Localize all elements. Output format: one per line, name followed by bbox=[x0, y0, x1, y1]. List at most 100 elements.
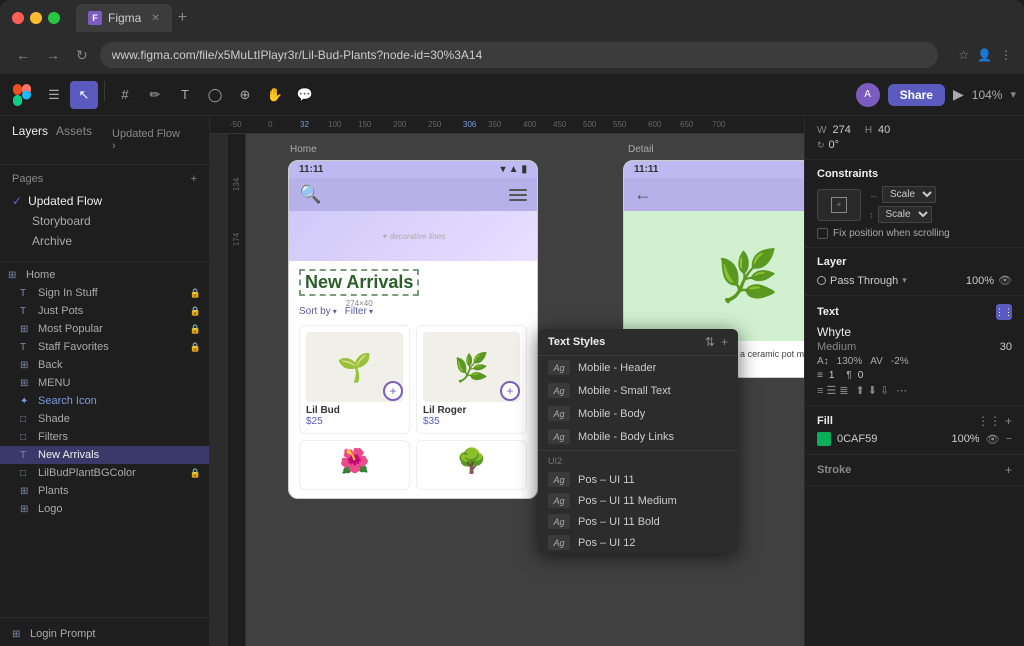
fill-layout-icon[interactable]: ⋮⋮ bbox=[977, 414, 1001, 428]
font-size-value[interactable]: 30 bbox=[1000, 341, 1012, 353]
sidebar-breadcrumb[interactable]: Updated Flow › bbox=[100, 124, 197, 156]
profile-icon[interactable]: 👤 bbox=[977, 48, 992, 62]
visibility-icon[interactable]: 👁 bbox=[998, 274, 1012, 287]
fill-color-swatch[interactable] bbox=[817, 432, 831, 446]
close-button[interactable] bbox=[12, 12, 24, 24]
layer-item-home[interactable]: ⊞ Home bbox=[0, 266, 209, 284]
style-item-mobile-bodylinks[interactable]: Ag Mobile - Body Links bbox=[538, 425, 738, 448]
valign-mid-icon[interactable]: ⬇ bbox=[868, 384, 877, 397]
pen-tool-button[interactable]: ✏ bbox=[141, 81, 169, 109]
product-card-0[interactable]: 🌱 + Lil Bud $25 bbox=[299, 325, 410, 434]
sort-icon[interactable]: ⇅ bbox=[705, 335, 715, 349]
style-item-ui11med[interactable]: Ag Pos – UI 11 Medium bbox=[538, 490, 738, 511]
fill-hex-value[interactable]: 0CAF59 bbox=[837, 433, 877, 445]
reload-nav-button[interactable]: ↻ bbox=[72, 45, 92, 66]
valign-bottom-icon[interactable]: ⇩ bbox=[880, 384, 889, 397]
fill-opacity-value[interactable]: 100% bbox=[951, 433, 979, 445]
new-arrivals-selection[interactable]: New Arrivals 274×40 bbox=[299, 269, 419, 296]
back-nav-button[interactable]: ← bbox=[12, 45, 34, 65]
page-item-storyboard[interactable]: Storyboard bbox=[0, 211, 209, 231]
style-item-mobile-header[interactable]: Ag Mobile - Header bbox=[538, 356, 738, 379]
valign-top-icon[interactable]: ⬆ bbox=[856, 384, 865, 397]
line-val[interactable]: 1 bbox=[829, 370, 835, 381]
search-icon[interactable]: 🔍 bbox=[299, 184, 321, 205]
text-tool-button[interactable]: T bbox=[171, 81, 199, 109]
layer-item-back[interactable]: ⊞ Back bbox=[0, 356, 209, 374]
style-item-mobile-small[interactable]: Ag Mobile - Small Text bbox=[538, 379, 738, 402]
font-weight[interactable]: Medium bbox=[817, 341, 856, 353]
sidebar-tab-layers[interactable]: Layers bbox=[12, 124, 48, 156]
layer-item-searchicon[interactable]: ✦ Search Icon bbox=[0, 392, 209, 410]
fill-add-icon[interactable]: + bbox=[1005, 414, 1012, 428]
layer-item-justpots[interactable]: T Just Pots 🔒 bbox=[0, 302, 209, 320]
zoom-level[interactable]: 104% bbox=[972, 88, 1003, 102]
layer-item-signin[interactable]: T Sign In Stuff 🔒 bbox=[0, 284, 209, 302]
more-text-options-icon[interactable]: ⋯ bbox=[896, 384, 907, 397]
new-tab-button[interactable]: + bbox=[178, 9, 187, 27]
align-left-icon[interactable]: ≡ bbox=[817, 385, 823, 397]
opacity-value[interactable]: 100% bbox=[966, 275, 994, 287]
w-value[interactable]: 274 bbox=[832, 124, 850, 136]
component-tool-button[interactable]: ⊕ bbox=[231, 81, 259, 109]
style-item-ui11[interactable]: Ag Pos – UI 11 bbox=[538, 469, 738, 490]
layer-item-menu[interactable]: ⊞ MENU bbox=[0, 374, 209, 392]
tab-close-icon[interactable]: ✕ bbox=[151, 13, 159, 24]
page-item-archive[interactable]: Archive bbox=[0, 231, 209, 251]
sidebar-tab-assets[interactable]: Assets bbox=[56, 124, 92, 156]
menu-tool-button[interactable]: ☰ bbox=[40, 81, 68, 109]
pages-add-button[interactable]: + bbox=[191, 173, 197, 185]
v-constraint-select[interactable]: Scale bbox=[878, 206, 932, 223]
text-styles-icon[interactable]: ⋮⋮ bbox=[996, 304, 1012, 320]
layer-item-stafffav[interactable]: T Staff Favorites 🔒 bbox=[0, 338, 209, 356]
canvas-viewport[interactable]: 134 174 Home Detail 11:11 ▾ ▲ ▮ bbox=[228, 134, 804, 646]
bookmark-icon[interactable]: ☆ bbox=[958, 48, 969, 62]
layer-item-mostpopular[interactable]: ⊞ Most Popular 🔒 bbox=[0, 320, 209, 338]
page-item-updated-flow[interactable]: ✓ Updated Flow bbox=[0, 191, 209, 211]
product-card-3[interactable]: 🌳 bbox=[416, 440, 527, 490]
layer-item-bgcolor[interactable]: □ LilBudPlantBGColor 🔒 bbox=[0, 464, 209, 482]
add-style-icon[interactable]: + bbox=[721, 335, 728, 349]
layer-item-newarrivals[interactable]: T New Arrivals bbox=[0, 446, 209, 464]
maximize-button[interactable] bbox=[48, 12, 60, 24]
fill-visibility-icon[interactable]: 👁 bbox=[986, 433, 1000, 446]
text-styles-popup[interactable]: Text Styles ⇅ + Ag Mobile - Header Ag Mo… bbox=[538, 329, 738, 553]
product-card-2[interactable]: 🌺 bbox=[299, 440, 410, 490]
hamburger-menu[interactable] bbox=[509, 189, 527, 201]
menu-dots-icon[interactable]: ⋮ bbox=[1000, 48, 1012, 62]
layer-item-plants[interactable]: ⊞ Plants bbox=[0, 482, 209, 500]
fill-remove-icon[interactable]: − bbox=[1006, 433, 1012, 445]
select-tool-button[interactable]: ↖ bbox=[70, 81, 98, 109]
shape-tool-button[interactable]: ◯ bbox=[201, 81, 229, 109]
align-right-icon[interactable]: ≣ bbox=[839, 384, 848, 397]
frame-tool-button[interactable]: # bbox=[111, 81, 139, 109]
passthrough-dropdown-icon[interactable]: ▾ bbox=[902, 275, 907, 286]
comment-tool-button[interactable]: 💬 bbox=[291, 81, 319, 109]
back-arrow-icon[interactable]: ← bbox=[634, 184, 652, 204]
style-item-ui11bold[interactable]: Ag Pos – UI 11 Bold bbox=[538, 511, 738, 532]
share-button[interactable]: Share bbox=[888, 84, 945, 106]
minimize-button[interactable] bbox=[30, 12, 42, 24]
layer-item-loginprompt[interactable]: ⊞ Login Prompt bbox=[0, 622, 209, 646]
fix-position-checkbox[interactable] bbox=[817, 228, 828, 239]
play-button[interactable]: ▶ bbox=[953, 86, 964, 103]
style-item-ui12[interactable]: Ag Pos – UI 12 bbox=[538, 532, 738, 553]
h-value[interactable]: 40 bbox=[878, 124, 890, 136]
style-item-mobile-body[interactable]: Ag Mobile - Body bbox=[538, 402, 738, 425]
add-to-cart-icon-0[interactable]: + bbox=[383, 381, 403, 401]
canvas-area[interactable]: -50 0 32 100 150 200 250 306 350 400 450… bbox=[210, 116, 804, 646]
product-card-1[interactable]: 🌿 + Lil Roger $35 bbox=[416, 325, 527, 434]
address-bar[interactable]: www.figma.com/file/x5MuLtIPlayr3r/Lil-Bu… bbox=[100, 42, 939, 68]
browser-tab[interactable]: F Figma ✕ bbox=[76, 4, 172, 32]
angle-value[interactable]: 0° bbox=[829, 139, 840, 151]
layer-item-shade[interactable]: □ Shade bbox=[0, 410, 209, 428]
zoom-dropdown-icon[interactable]: ▾ bbox=[1010, 88, 1016, 101]
user-avatar[interactable]: A bbox=[856, 83, 880, 107]
forward-nav-button[interactable]: → bbox=[42, 45, 64, 65]
passthrough-label[interactable]: Pass Through bbox=[830, 275, 898, 287]
layer-item-filters[interactable]: □ Filters bbox=[0, 428, 209, 446]
hand-tool-button[interactable]: ✋ bbox=[261, 81, 289, 109]
layer-item-logo[interactable]: ⊞ Logo bbox=[0, 500, 209, 518]
align-center-icon[interactable]: ☰ bbox=[826, 384, 836, 397]
figma-logo[interactable] bbox=[8, 81, 36, 109]
para-val[interactable]: 0 bbox=[858, 370, 864, 381]
